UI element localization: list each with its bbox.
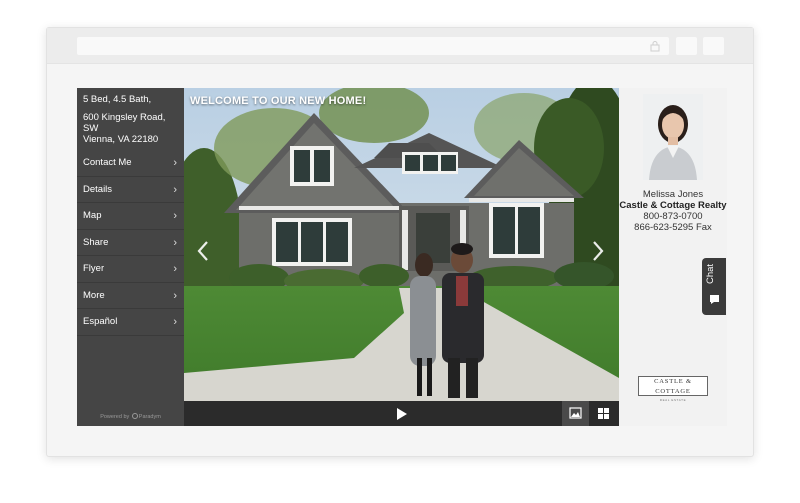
powered-by-brand: Paradym: [138, 414, 161, 420]
media-controls: [184, 401, 619, 426]
sidebar-item-label: Details: [83, 183, 113, 195]
sidebar-item-label: More: [83, 289, 105, 301]
sidebar-item-map[interactable]: Map ›: [77, 203, 184, 230]
browser-window: 5 Bed, 4.5 Bath, 600 Kingsley Road, SW V…: [46, 27, 754, 457]
listing-specs: 5 Bed, 4.5 Bath,: [83, 94, 152, 105]
play-icon[interactable]: [394, 407, 408, 421]
sidebar-item-label: Share: [83, 236, 109, 248]
agent-company: Castle & Cottage Realty: [619, 200, 727, 211]
browser-button[interactable]: [703, 37, 724, 55]
chat-label: Chat: [705, 263, 716, 285]
chevron-right-icon: ›: [173, 316, 177, 328]
agent-photo: [643, 94, 703, 180]
image-icon: [569, 407, 582, 419]
property-photo: [184, 88, 619, 401]
sidebar-nav: Contact Me › Details › Map › Share › Flyer › …: [77, 150, 184, 336]
brokerage-logo: CASTLE & COTTAGE REAL ESTATE: [638, 376, 708, 402]
sidebar-item-share[interactable]: Share ›: [77, 230, 184, 256]
chevron-right-icon: ›: [173, 157, 177, 169]
agent-fax: 866-623-5295 Fax: [634, 222, 712, 233]
sidebar-item-label: Flyer: [83, 263, 105, 274]
lock-icon: [650, 41, 660, 52]
chevron-left-icon[interactable]: [196, 240, 210, 262]
chevron-right-icon: ›: [173, 210, 177, 222]
chevron-right-icon: ›: [173, 263, 177, 275]
address-line-1: 600 Kingsley Road, SW: [83, 112, 166, 134]
agent-phone[interactable]: 800-873-0700: [619, 211, 727, 222]
sidebar: 5 Bed, 4.5 Bath, 600 Kingsley Road, SW V…: [77, 88, 184, 426]
browser-toolbar: [47, 28, 753, 64]
sidebar-item-flyer[interactable]: Flyer ›: [77, 256, 184, 283]
paradym-logo-icon: [131, 413, 138, 419]
sidebar-item-label: Map: [83, 210, 102, 221]
powered-by[interactable]: Powered by Paradym: [77, 413, 184, 420]
powered-by-prefix: Powered by: [100, 414, 130, 420]
listing-address: 600 Kingsley Road, SW Vienna, VA 22180: [83, 112, 183, 145]
photo-view-button[interactable]: [562, 401, 589, 426]
property-site: 5 Bed, 4.5 Bath, 600 Kingsley Road, SW V…: [77, 88, 727, 426]
logo-sub-text: REAL ESTATE: [659, 398, 687, 402]
browser-button[interactable]: [676, 37, 697, 55]
grid-icon: [598, 408, 609, 419]
chevron-right-icon: ›: [173, 289, 177, 302]
address-line-2: Vienna, VA 22180: [83, 134, 159, 145]
media-viewer: WELCOME TO OUR NEW HOME!: [184, 88, 619, 426]
sidebar-item-contact-me[interactable]: Contact Me ›: [77, 150, 184, 177]
chat-icon: [710, 295, 719, 304]
sidebar-item-label: Español: [83, 316, 118, 327]
sidebar-item-espanol[interactable]: Español ›: [77, 309, 184, 336]
chevron-right-icon: ›: [173, 183, 177, 196]
grid-view-button[interactable]: [590, 401, 617, 426]
sidebar-item-label: Contact Me: [83, 157, 132, 168]
agent-name: Melissa Jones: [642, 189, 704, 200]
sidebar-item-details[interactable]: Details ›: [77, 177, 184, 203]
logo-main-text: CASTLE & COTTAGE: [654, 378, 692, 395]
agent-panel: Melissa Jones Castle & Cottage Realty 80…: [619, 88, 727, 426]
chevron-right-icon: ›: [173, 236, 177, 249]
sidebar-item-more[interactable]: More ›: [77, 283, 184, 309]
address-bar[interactable]: [77, 37, 669, 55]
chevron-right-icon[interactable]: [591, 240, 605, 262]
chat-tab[interactable]: Chat: [702, 258, 726, 315]
photo-caption: WELCOME TO OUR NEW HOME!: [190, 95, 367, 107]
